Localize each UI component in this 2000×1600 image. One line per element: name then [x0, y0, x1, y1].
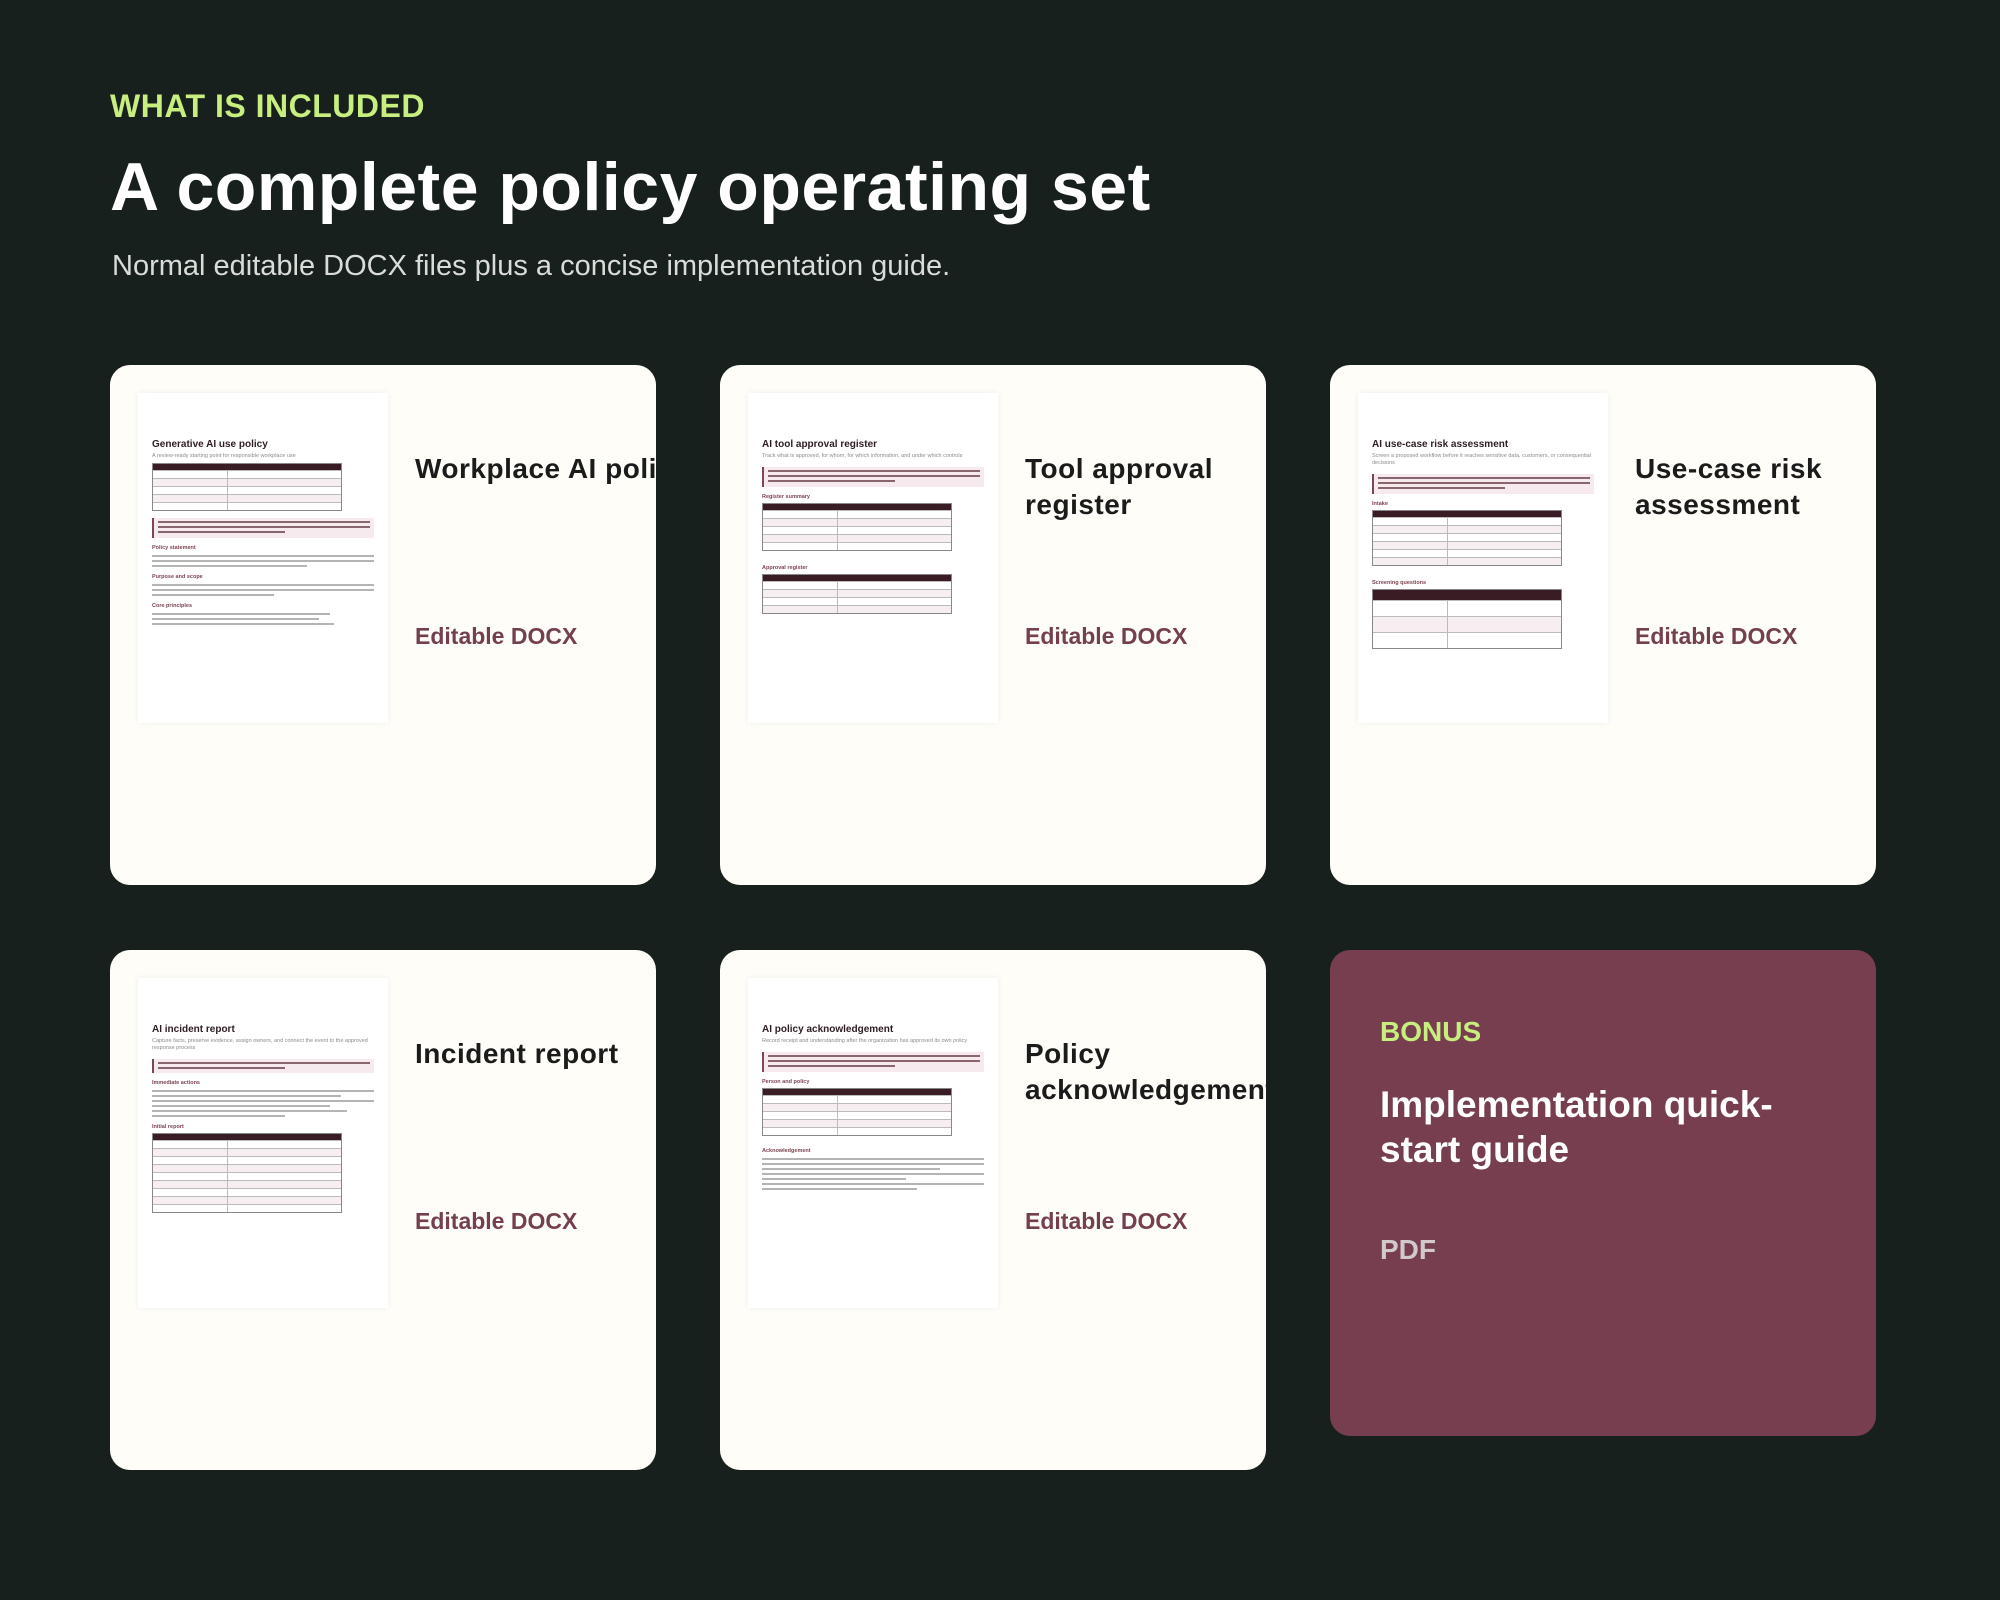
page-title: A complete policy operating set — [110, 149, 1151, 225]
thumbnail-title: AI use-case risk assessment — [1372, 439, 1509, 450]
thumbnail-section: Initial report — [152, 1124, 184, 1130]
thumbnail-subtitle: Track what is approved, for whom, for wh… — [762, 453, 963, 459]
card-format: Editable DOCX — [1025, 623, 1188, 649]
card-label: Policy acknowledgement — [1025, 1038, 1266, 1105]
product-card-tool-approval-register[interactable]: AI tool approval register Track what is … — [720, 365, 1266, 885]
document-thumbnail: AI incident report Capture facts, preser… — [138, 978, 388, 1308]
thumbnail-subtitle: Screen a proposed workflow before it rea… — [1372, 453, 1591, 466]
thumbnail-table — [1372, 589, 1562, 649]
card-label: Use-case risk assessment — [1635, 453, 1823, 520]
thumbnail-section: Immediate actions — [152, 1080, 200, 1086]
product-card-policy-acknowledgement[interactable]: AI policy acknowledgement Record receipt… — [720, 950, 1266, 1470]
document-thumbnail: AI policy acknowledgement Record receipt… — [748, 978, 998, 1308]
thumbnail-table — [1372, 510, 1562, 566]
page-subtitle: Normal editable DOCX files plus a concis… — [112, 250, 951, 282]
card-label: Incident report — [415, 1038, 619, 1069]
document-thumbnail: AI use-case risk assessment Screen a pro… — [1358, 393, 1608, 723]
thumbnail-table — [762, 503, 952, 551]
page: WHAT IS INCLUDED A complete policy opera… — [0, 0, 2000, 1600]
thumbnail-subtitle: Capture facts, preserve evidence, assign… — [152, 1038, 368, 1051]
thumbnail-section: Acknowledgement — [762, 1148, 811, 1154]
card-format: Editable DOCX — [1635, 623, 1798, 649]
product-card-workplace-ai-policy[interactable]: Generative AI use policy A review-ready … — [110, 365, 656, 885]
thumbnail-subtitle: A review-ready starting point for respon… — [152, 453, 296, 459]
product-card-use-case-risk-assessment[interactable]: AI use-case risk assessment Screen a pro… — [1330, 365, 1876, 885]
document-thumbnail: Generative AI use policy A review-ready … — [138, 393, 388, 723]
bonus-format: PDF — [1380, 1234, 1436, 1265]
thumbnail-table — [762, 574, 952, 614]
thumbnail-table — [762, 1088, 952, 1136]
thumbnail-title: Generative AI use policy — [152, 439, 268, 450]
thumbnail-section: Approval register — [762, 565, 808, 571]
thumbnail-section: Intake — [1372, 501, 1388, 507]
thumbnail-note — [762, 1052, 984, 1072]
card-format: Editable DOCX — [1025, 1208, 1188, 1234]
thumbnail-title: AI policy acknowledgement — [762, 1024, 894, 1035]
thumbnail-note — [152, 1059, 374, 1073]
bonus-title: Implementation quick-start guide — [1380, 1084, 1773, 1170]
thumbnail-title: AI incident report — [152, 1024, 235, 1035]
document-thumbnail: AI tool approval register Track what is … — [748, 393, 998, 723]
thumbnail-title: AI tool approval register — [762, 439, 878, 450]
product-card-incident-report[interactable]: AI incident report Capture facts, preser… — [110, 950, 656, 1470]
thumbnail-section: Screening questions — [1372, 580, 1427, 586]
thumbnail-section: Policy statement — [152, 545, 196, 551]
thumbnail-note — [762, 467, 984, 487]
section-eyebrow: WHAT IS INCLUDED — [110, 88, 425, 124]
card-format: Editable DOCX — [415, 1208, 578, 1234]
bonus-tag: BONUS — [1380, 1016, 1482, 1047]
thumbnail-section: Register summary — [762, 494, 810, 500]
thumbnail-section: Purpose and scope — [152, 574, 203, 580]
card-format: Editable DOCX — [415, 623, 578, 649]
thumbnail-note — [1372, 474, 1594, 494]
thumbnail-note — [152, 518, 374, 538]
thumbnail-table — [152, 1133, 342, 1213]
thumbnail-section: Core principles — [152, 603, 193, 609]
thumbnail-table — [152, 463, 342, 511]
card-label: Tool approval register — [1025, 453, 1213, 520]
bonus-card[interactable]: BONUS Implementation quick-start guide P… — [1330, 950, 1876, 1436]
card-label: Workplace AI policy — [415, 453, 656, 484]
thumbnail-subtitle: Record receipt and understanding after t… — [762, 1038, 968, 1044]
thumbnail-section: Person and policy — [762, 1079, 810, 1085]
